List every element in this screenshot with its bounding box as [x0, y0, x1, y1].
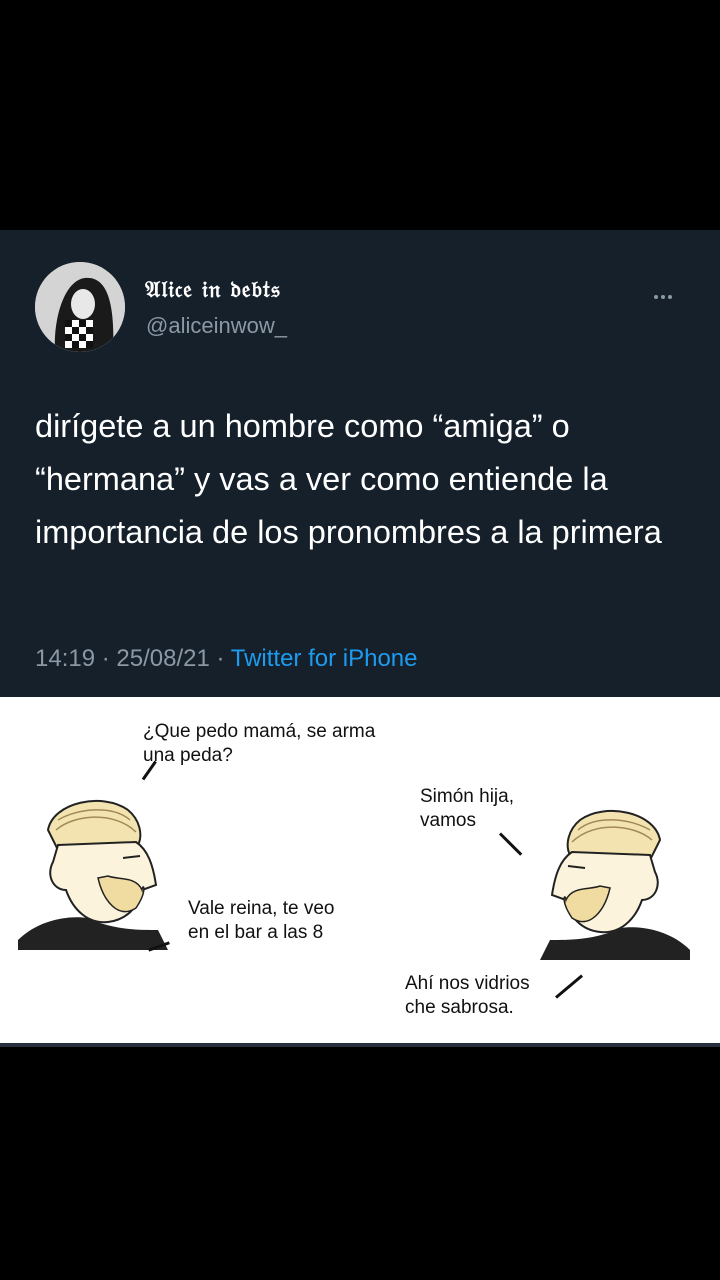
- tweet-date: 25/08/21: [116, 645, 210, 672]
- tweet-text: dirígete a un hombre como “amiga” o “her…: [35, 408, 662, 550]
- tweet-time: 14:19: [35, 645, 96, 672]
- meme-caption-right-bottom: Ahí nos vidrios che sabrosa.: [405, 973, 530, 1018]
- meta-separator: ·: [101, 645, 117, 672]
- meme-caption-left-top: ¿Que pedo mamá, se arma una peda?: [143, 721, 376, 766]
- more-options-icon[interactable]: [654, 286, 684, 299]
- meta-separator: ·: [216, 645, 231, 672]
- chad-face-left-icon: [18, 799, 168, 950]
- display-name[interactable]: 𝔄𝔩𝔦𝔠𝔢 𝔦𝔫 𝔡𝔢𝔟𝔱𝔰: [145, 276, 281, 303]
- avatar-image: [35, 262, 125, 352]
- chad-face-right-icon: [540, 809, 690, 960]
- tweet-meta: 14:19 · 25/08/21 · Twitter for iPhone: [35, 645, 417, 673]
- meme-caption-left-bottom: Vale reina, te veo en el bar a las 8: [188, 898, 335, 943]
- tweet-source-link[interactable]: Twitter for iPhone: [231, 645, 418, 672]
- user-handle[interactable]: @aliceinwow_: [146, 313, 287, 339]
- meme-caption-right-top: Simón hija, vamos: [420, 786, 514, 831]
- avatar[interactable]: [35, 262, 125, 352]
- divider: [0, 1043, 720, 1047]
